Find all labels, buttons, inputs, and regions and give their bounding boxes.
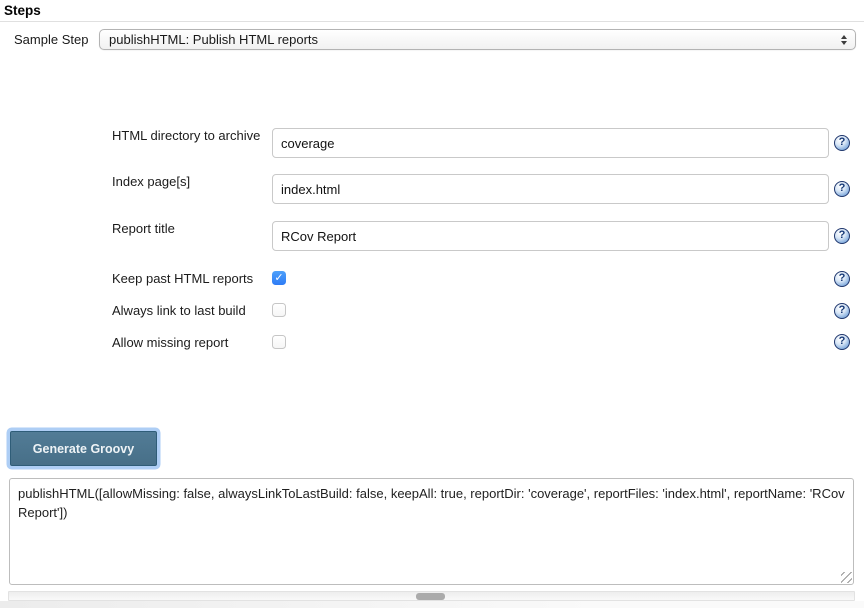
report-title-input[interactable]: [272, 221, 829, 251]
allow-missing-report-checkbox[interactable]: [272, 335, 286, 349]
horizontal-scrollbar[interactable]: [8, 591, 855, 601]
help-icon[interactable]: ?: [834, 271, 850, 287]
section-divider: [0, 21, 864, 22]
keep-past-reports-label: Keep past HTML reports: [112, 272, 253, 286]
snippet-generator-screen: Steps Sample Step publishHTML: Publish H…: [0, 0, 864, 608]
always-link-last-build-checkbox[interactable]: [272, 303, 286, 317]
help-icon[interactable]: ?: [834, 303, 850, 319]
footer-strip: [0, 601, 864, 608]
steps-section-title: Steps: [4, 3, 41, 18]
help-icon[interactable]: ?: [834, 181, 850, 197]
help-icon[interactable]: ?: [834, 228, 850, 244]
sample-step-select-wrap: publishHTML: Publish HTML reports: [99, 29, 856, 50]
textarea-resize-handle-icon[interactable]: [841, 572, 852, 583]
allow-missing-report-label: Allow missing report: [112, 336, 228, 350]
generate-groovy-button[interactable]: Generate Groovy: [10, 431, 157, 466]
help-icon[interactable]: ?: [834, 334, 850, 350]
index-pages-input[interactable]: [272, 174, 829, 204]
index-pages-label: Index page[s]: [112, 175, 190, 189]
sample-step-label: Sample Step: [14, 33, 88, 47]
scrollbar-thumb[interactable]: [416, 593, 445, 600]
always-link-last-build-label: Always link to last build: [112, 304, 246, 318]
sample-step-dropdown[interactable]: publishHTML: Publish HTML reports: [99, 29, 856, 50]
report-dir-input[interactable]: [272, 128, 829, 158]
help-icon[interactable]: ?: [834, 135, 850, 151]
report-dir-label: HTML directory to archive: [112, 129, 260, 143]
groovy-output-textarea[interactable]: publishHTML([allowMissing: false, always…: [9, 478, 854, 585]
keep-past-reports-checkbox[interactable]: [272, 271, 286, 285]
report-title-label: Report title: [112, 222, 175, 236]
